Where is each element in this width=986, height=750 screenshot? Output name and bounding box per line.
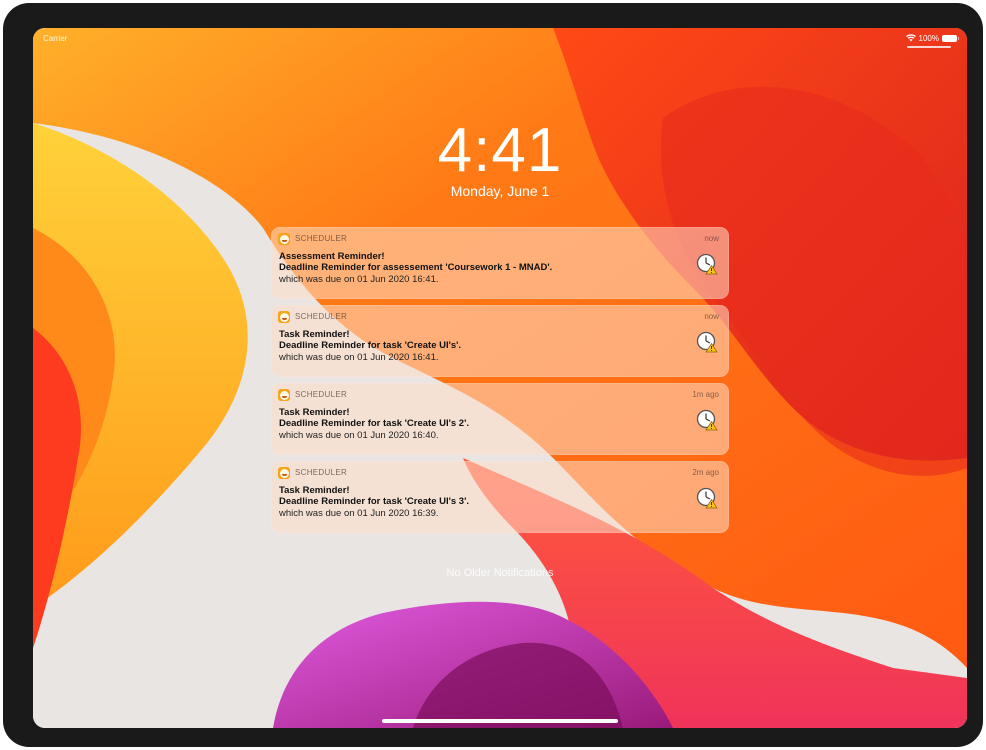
home-indicator[interactable]: [382, 719, 618, 723]
scheduler-app-icon: [278, 467, 290, 479]
notification-title: Task Reminder!: [279, 407, 350, 418]
scheduler-app-icon: [278, 233, 290, 245]
notification-time: 1m ago: [692, 390, 719, 399]
clock-warning-icon: [696, 487, 718, 509]
notification-title: Task Reminder!: [279, 485, 350, 496]
lock-screen: Carrier 100% 4:41 Monday, June 1 SCHEDUL…: [33, 28, 967, 728]
clock-warning-icon: [696, 253, 718, 275]
notification-time: now: [704, 234, 719, 243]
notification-app-name: SCHEDULER: [295, 234, 348, 243]
status-bar: Carrier 100%: [33, 28, 967, 48]
ipad-frame: Carrier 100% 4:41 Monday, June 1 SCHEDUL…: [3, 3, 983, 747]
lock-screen-time: 4:41: [437, 116, 563, 185]
no-older-notifications-label: No Older Notifications: [446, 567, 554, 579]
notification-card[interactable]: SCHEDULER now Assessment Reminder! Deadl…: [271, 227, 729, 299]
notification-body: which was due on 01 Jun 2020 16:41.: [279, 352, 439, 363]
battery-icon: [942, 34, 959, 42]
scheduler-app-icon: [278, 311, 290, 323]
scheduler-app-icon: [278, 389, 290, 401]
wifi-icon: [905, 34, 916, 42]
notification-time: 2m ago: [692, 468, 719, 477]
notification-title: Assessment Reminder!: [279, 251, 385, 262]
notification-app-name: SCHEDULER: [295, 312, 348, 321]
battery-percentage: 100%: [918, 33, 939, 43]
notification-body: which was due on 01 Jun 2020 16:40.: [279, 430, 439, 441]
notification-subtitle: Deadline Reminder for task 'Create UI's …: [279, 496, 469, 507]
notification-body: which was due on 01 Jun 2020 16:39.: [279, 508, 439, 519]
control-center-indicator[interactable]: [907, 46, 951, 48]
notification-body: which was due on 01 Jun 2020 16:41.: [279, 274, 439, 285]
notification-title: Task Reminder!: [279, 329, 350, 340]
notification-app-name: SCHEDULER: [295, 390, 348, 399]
clock-warning-icon: [696, 331, 718, 353]
carrier-label: Carrier: [43, 34, 68, 43]
notification-subtitle: Deadline Reminder for assessement 'Cours…: [279, 262, 553, 273]
notification-card[interactable]: SCHEDULER 2m ago Task Reminder! Deadline…: [271, 461, 729, 533]
lock-screen-date: Monday, June 1: [450, 183, 550, 199]
notification-card[interactable]: SCHEDULER now Task Reminder! Deadline Re…: [271, 305, 729, 377]
clock-warning-icon: [696, 409, 718, 431]
notification-subtitle: Deadline Reminder for task 'Create UI's …: [279, 418, 469, 429]
notification-subtitle: Deadline Reminder for task 'Create UI's'…: [279, 340, 462, 351]
notification-app-name: SCHEDULER: [295, 468, 348, 477]
notification-time: now: [704, 312, 719, 321]
status-indicators: 100%: [905, 33, 959, 43]
notification-card[interactable]: SCHEDULER 1m ago Task Reminder! Deadline…: [271, 383, 729, 455]
